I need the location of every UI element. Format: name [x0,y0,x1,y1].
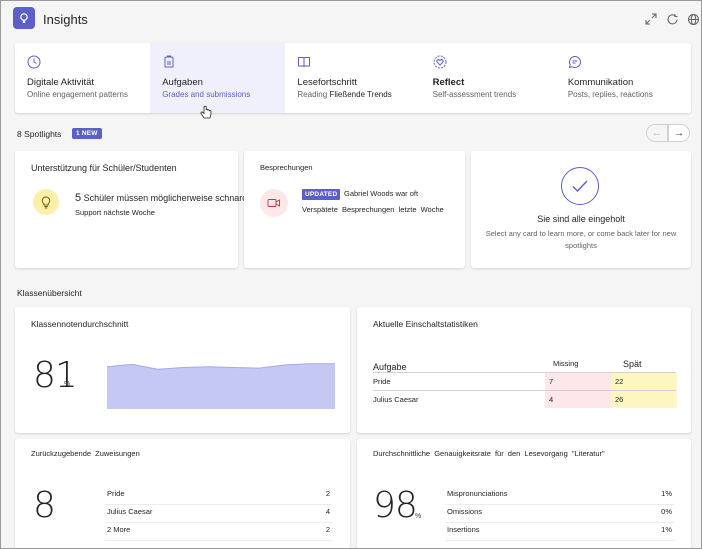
tab-label: Digitale Aktivität [27,77,95,88]
tab-label: Aufgaben [162,77,203,88]
tab-communication[interactable]: Kommunikation Posts, replies, reactions [556,43,691,113]
tab-subtitle: Reading Fließende Trends [297,90,391,99]
column-header-missing: Missing [553,359,579,368]
student-count: 5 [75,192,82,204]
tab-subtitle: Posts, replies, reactions [567,90,653,99]
late-cell: 22 [611,373,677,390]
column-header-late: Spät [623,359,642,369]
checkmark-icon [561,167,599,205]
tab-reading-progress[interactable]: Lesefortschritt Reading Fließende Trends [285,43,420,113]
item-name: Pride [107,489,125,498]
assignments-to-return-card[interactable]: Zurückzugebende Zuweisungen 8 Pride 2 Jul… [15,439,350,548]
grade-average-value: 81 [33,355,78,396]
spotlights-count: 8 Spotlights [17,129,62,139]
item-name: Mispronunciations [447,489,508,498]
late-cell: 26 [611,391,677,408]
caught-up-title: Sie sind alle eingeholt [537,214,625,224]
book-icon [297,55,311,69]
assignment-icon [162,55,176,69]
list-item: Insertions 1% [445,523,674,541]
tab-subtitle: Grades and submissions [162,90,251,99]
heart-circle-icon [433,55,447,69]
lightbulb-icon [33,189,59,215]
list-item[interactable]: 2 More 2 [105,523,332,541]
percent-unit: % [64,381,71,388]
previous-arrow-icon[interactable]: ← [646,124,668,142]
card-title: Aktuelle Einschaltstatistiken [373,319,478,329]
returns-list: Pride 2 Julius Caesar 4 2 More 2 [105,487,332,541]
reading-accuracy-card[interactable]: Durchschnittliche Genauigkeitsrate für d… [357,439,691,548]
percent-unit: % [415,513,422,520]
item-name: Julius Caesar [107,507,153,516]
tab-subtitle: Self-assessment trends [432,90,517,99]
column-header-task: Aufgabe [373,362,407,372]
hand-cursor-icon [200,105,212,119]
list-item[interactable]: Pride 2 [105,487,332,505]
turn-in-stats-card[interactable]: Aktuelle Einschaltstatistiken Aufgabe Mi… [357,307,691,433]
spotlight-line-1: Gabriel Woods war oft [344,189,419,198]
tab-label: Kommunikation [567,77,634,88]
spotlight-card-meetings[interactable]: Besprechungen UPDATED Gabriel Woods war … [244,151,465,268]
tab-label: Reflect [432,77,465,88]
card-title: Klassennotendurchschnitt [31,319,129,329]
support-message: Schüler müssen möglicherweise schnarchen [83,193,262,203]
accuracy-list: Mispronunciations 1% Omissions 0% Insertio… [445,487,674,541]
insights-app-icon [13,7,35,29]
insights-tab-strip: Digitale Aktivität Online engagement pat… [15,43,691,113]
item-value: 4 [325,507,330,516]
tab-digital-activity[interactable]: Digitale Aktivität Online engagement pat… [15,43,150,113]
item-value: 2 [325,489,330,498]
returns-count: 8 [33,485,56,526]
assignment-name: Julius Caesar [373,395,419,404]
item-value: 1% [661,525,672,534]
item-value: 2 [325,525,330,534]
grade-average-card[interactable]: Klassennotendurchschnitt 81 % [15,307,350,433]
tab-subtitle-prefix: Reading [297,90,330,99]
caught-up-subtitle: Select any card to learn more, or come b… [485,229,677,250]
spotlight-line-2: Verspätete Besprechungen letzte Woche [302,205,444,214]
tab-reflect[interactable]: Reflect Self-assessment trends [421,43,556,113]
card-title: Durchschnittliche Genauigkeitsrate für d… [373,449,605,458]
item-name: 2 More [107,525,131,534]
tab-assignments[interactable]: Aufgaben Grades and submissions [150,43,286,113]
section-title: Klassenübersicht [17,288,82,298]
video-call-icon [260,189,288,217]
spotlight-card-support[interactable]: Unterstützung für Schüler/Studenten 5 Sc… [15,151,262,268]
table-row[interactable]: Julius Caesar 4 26 [373,391,677,408]
tab-subtitle-emphasis: Fließende Trends [329,90,392,99]
new-badge: 1 NEW [72,128,102,139]
item-name: Insertions [447,525,480,534]
insights-window: Insights Digitale Aktivität Online engag… [0,0,702,549]
item-value: 1% [661,489,672,498]
spotlight-card-caught-up: Sie sind alle eingeholt Select any card … [471,151,691,268]
grade-trend-area-chart [107,363,335,409]
globe-icon[interactable] [685,11,701,27]
list-item[interactable]: Julius Caesar 4 [105,505,332,523]
chat-icon [568,55,582,69]
tab-subtitle: Online engagement patterns [27,90,128,99]
card-title: Zurückzugebende Zuweisungen [31,449,140,458]
app-header: Insights [1,1,701,37]
missing-cell: 7 [545,373,611,390]
item-value: 0% [661,507,672,516]
app-title: Insights [43,12,88,27]
accuracy-value: 98 [373,485,418,526]
list-item: Omissions 0% [445,505,674,523]
updated-badge: UPDATED [302,189,341,200]
spotlight-line-1: 5 Schüler müssen möglicherweise schnarch… [75,192,262,204]
spotlight-title: Besprechungen [260,163,313,172]
item-name: Omissions [447,507,483,516]
refresh-icon[interactable] [664,11,680,27]
table-row[interactable]: Pride 7 22 [373,373,677,390]
tab-label: Lesefortschritt [297,77,358,88]
spotlight-line-2: Support nächste Woche [75,208,155,217]
expand-icon[interactable] [643,11,659,27]
missing-cell: 4 [545,391,611,408]
list-item: Mispronunciations 1% [445,487,674,505]
spotlight-title: Unterstützung für Schüler/Studenten [31,163,177,173]
next-arrow-icon[interactable]: → [668,124,690,142]
grade-trend-area [107,363,335,409]
clock-icon [27,55,41,69]
assignment-name: Pride [373,377,391,386]
